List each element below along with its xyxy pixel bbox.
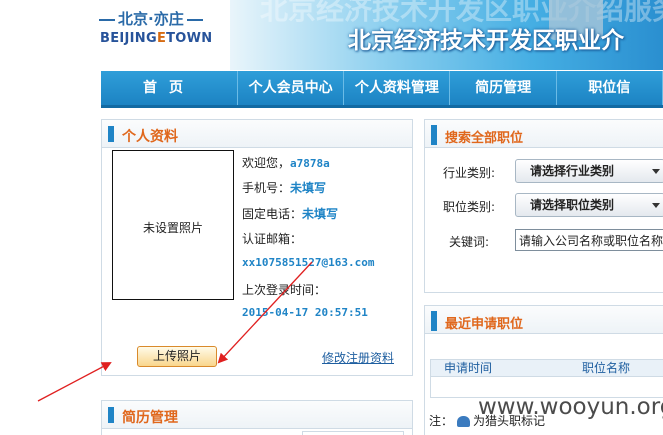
phone-value: 未填写 [290,181,327,195]
position-select[interactable]: 请选择职位类别 [515,193,663,217]
nav-item-profile-manage[interactable]: 个人资料管理 [344,71,451,105]
keyword-label: 关键词: [449,235,490,249]
recent-applications-table: 申请时间 职位名称 [430,359,663,398]
industry-select[interactable]: 请选择行业类别 [515,159,663,183]
site-header: 北京·亦庄 BEIJINGETOWN 北京经济技术开发区职业介绍服务 北京经济技… [0,0,663,70]
phone-label: 手机号： [242,181,291,195]
industry-label: 行业类别: [443,166,496,180]
welcome-line: 欢迎您，a7878a [242,154,330,171]
panel-marker-icon [431,125,437,145]
profile-panel-title: 个人资料 [122,129,178,145]
last-login-label: 上次登录时间： [242,283,327,297]
landline-line: 固定电话：未填写 [242,205,338,222]
resume-panel: 简历管理 [101,400,413,435]
email-label: 认证邮箱： [242,232,303,246]
column-header-time: 申请时间 [444,361,493,375]
column-header-name: 职位名称 [582,361,631,375]
recent-applications-header: 最近申请职位 [425,306,663,334]
welcome-label: 欢迎您， [242,156,291,170]
industry-select-value: 请选择行业类别 [530,164,615,178]
recent-applications-title: 最近申请职位 [445,317,524,332]
panel-marker-icon [431,311,437,331]
resume-content-box [302,431,404,435]
chevron-down-icon [652,169,660,174]
job-search-panel-header: 搜索全部职位 [425,120,663,148]
logo-en-text: BEIJINGETOWN [100,31,213,46]
nav-item-jobs[interactable]: 职位信 [557,71,663,105]
chevron-down-icon [652,203,660,208]
note-prefix: 注： [429,414,454,428]
photo-placeholder-text: 未设置照片 [142,221,203,235]
profile-panel: 个人资料 未设置照片 欢迎您，a7878a 手机号：未填写 固定电话：未填写 认… [101,119,413,376]
nav-item-member-center[interactable]: 个人会员中心 [238,71,345,105]
keyword-input[interactable] [515,229,663,251]
upload-photo-button[interactable]: 上传照片 [137,346,217,367]
username: a7878a [290,157,330,170]
logo-cn-text: 北京·亦庄 [96,8,206,29]
nav-item-home[interactable]: 首页 [101,71,238,105]
resume-panel-header: 简历管理 [102,401,412,429]
position-label: 职位类别: [443,200,496,214]
job-search-panel-title: 搜索全部职位 [445,131,524,146]
panel-marker-icon [108,407,114,423]
table-header-row: 申请时间 职位名称 [431,360,663,377]
banner-title: 北京经济技术开发区职业介 [348,28,624,54]
resume-panel-title: 简历管理 [122,410,178,426]
photo-placeholder: 未设置照片 [112,150,234,300]
last-login-value: 2015-04-17 20:57:51 [242,306,368,319]
landline-value: 未填写 [302,207,339,221]
main-nav: 首页 个人会员中心 个人资料管理 简历管理 职位信 [101,71,663,108]
phone-line: 手机号：未填写 [242,179,326,196]
watermark-text: www.wooyun.org [478,394,663,420]
nav-item-resume-manage[interactable]: 简历管理 [450,71,557,105]
email-value: xx1075851527@163.com [242,256,375,269]
profile-panel-header: 个人资料 [102,120,412,148]
site-logo[interactable]: 北京·亦庄 BEIJINGETOWN [96,4,216,48]
headhunter-icon [457,416,471,427]
header-banner: 北京经济技术开发区职业介绍服务 北京经济技术开发区职业介 [230,0,663,70]
arrow-to-upload-left [37,362,112,402]
panel-marker-icon [108,126,114,142]
position-select-value: 请选择职位类别 [530,198,615,212]
job-search-panel: 搜索全部职位 行业类别: 请选择行业类别 职位类别: 请选择职位类别 关键词: [424,119,663,293]
edit-registration-link[interactable]: 修改注册资料 [322,349,394,366]
landline-label: 固定电话： [242,207,303,221]
